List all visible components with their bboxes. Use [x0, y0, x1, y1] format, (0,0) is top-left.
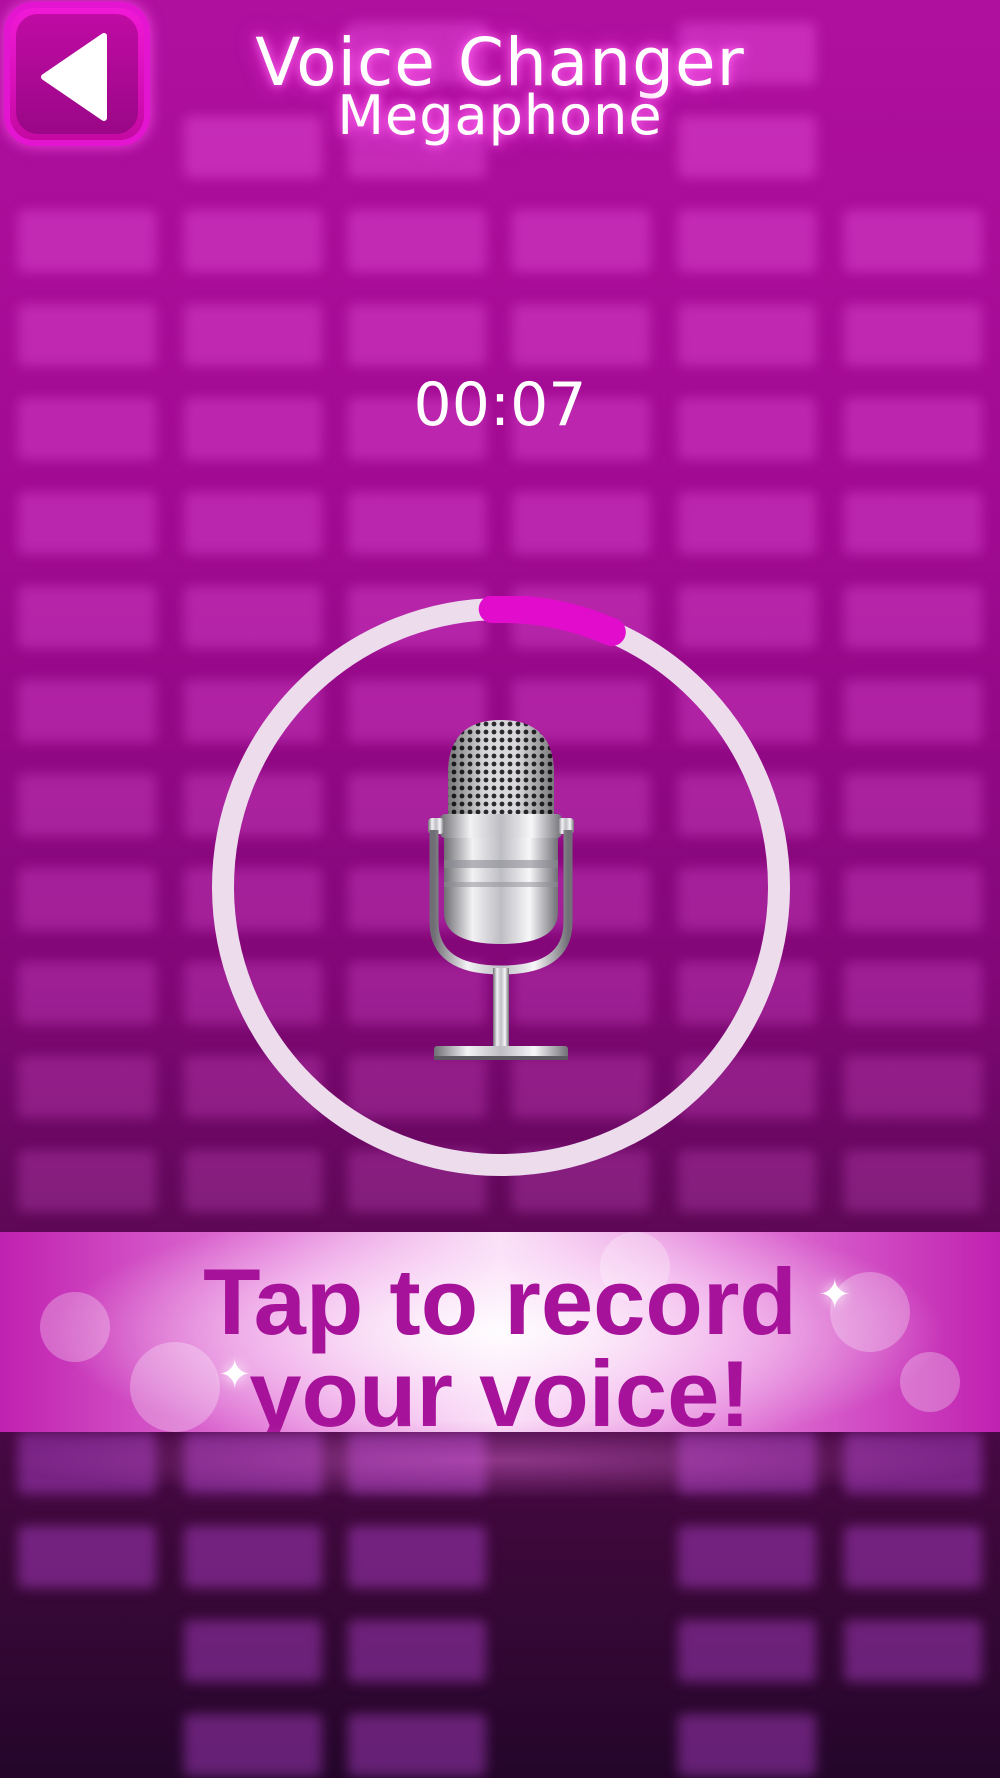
equalizer-block	[844, 962, 982, 1024]
equalizer-block	[348, 1620, 486, 1682]
equalizer-block	[844, 868, 982, 930]
equalizer-block	[184, 1714, 322, 1776]
equalizer-block	[512, 492, 650, 554]
banner-line-1: Tap to record	[203, 1249, 797, 1354]
equalizer-block	[348, 1526, 486, 1588]
equalizer-block	[18, 1526, 156, 1588]
equalizer-block	[18, 868, 156, 930]
equalizer-block	[844, 680, 982, 742]
equalizer-block	[18, 1150, 156, 1212]
progress-ring-fill	[478, 596, 626, 646]
equalizer-block	[844, 210, 982, 272]
equalizer-block	[18, 680, 156, 742]
equalizer-block	[184, 492, 322, 554]
equalizer-block	[844, 1056, 982, 1118]
recording-timer: 00:07	[413, 370, 587, 440]
equalizer-block	[18, 304, 156, 366]
banner-line-2: your voice!	[249, 1341, 751, 1433]
equalizer-block	[18, 1056, 156, 1118]
equalizer-block	[18, 586, 156, 648]
equalizer-block	[348, 304, 486, 366]
equalizer-block	[18, 398, 156, 460]
equalizer-block	[18, 962, 156, 1024]
equalizer-block	[844, 1620, 982, 1682]
equalizer-block	[678, 1714, 816, 1776]
equalizer-block	[678, 304, 816, 366]
back-arrow-icon	[41, 33, 107, 121]
equalizer-block	[348, 492, 486, 554]
equalizer-block	[844, 586, 982, 648]
back-button[interactable]	[4, 2, 150, 146]
equalizer-block	[18, 492, 156, 554]
equalizer-block	[184, 1620, 322, 1682]
equalizer-block	[844, 1150, 982, 1212]
equalizer-block	[184, 304, 322, 366]
equalizer-block	[348, 1714, 486, 1776]
equalizer-block	[844, 492, 982, 554]
equalizer-block	[512, 210, 650, 272]
tap-to-record-banner[interactable]: ✦ ✦ Tap to record your voice!	[0, 1232, 1000, 1432]
equalizer-block	[18, 774, 156, 836]
equalizer-block	[678, 1620, 816, 1682]
equalizer-block	[184, 1526, 322, 1588]
equalizer-block	[512, 304, 650, 366]
equalizer-block	[844, 1526, 982, 1588]
app-subtitle: Megaphone	[337, 84, 663, 147]
microphone-icon	[428, 720, 574, 1060]
equalizer-block	[348, 210, 486, 272]
equalizer-block	[18, 210, 156, 272]
equalizer-block	[844, 774, 982, 836]
equalizer-block	[184, 210, 322, 272]
equalizer-block	[678, 1526, 816, 1588]
equalizer-block	[678, 210, 816, 272]
equalizer-block	[844, 398, 982, 460]
equalizer-block	[844, 304, 982, 366]
banner-reflection	[0, 1420, 1000, 1500]
equalizer-block	[678, 492, 816, 554]
